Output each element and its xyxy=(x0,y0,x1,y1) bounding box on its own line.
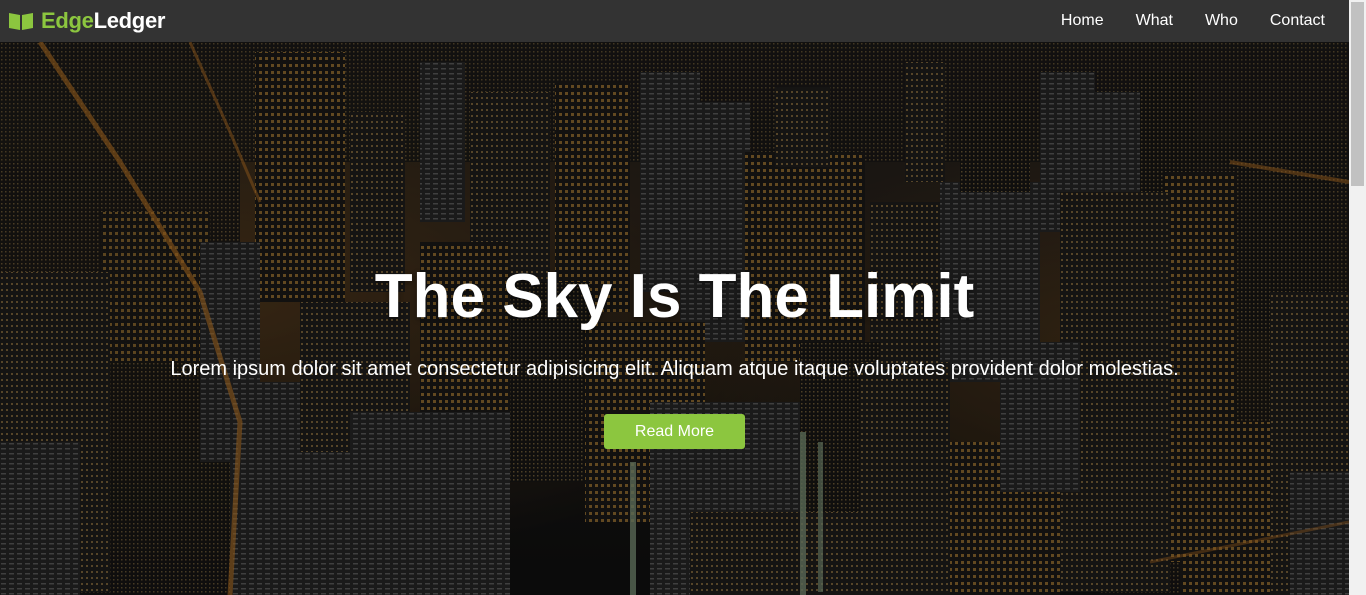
hero-section: The Sky Is The Limit Lorem ipsum dolor s… xyxy=(0,42,1349,595)
nav-link-contact[interactable]: Contact xyxy=(1254,0,1341,42)
brand-name: EdgeLedger xyxy=(41,8,165,34)
scrollbar-thumb[interactable] xyxy=(1351,2,1364,186)
brand-name-part1: Edge xyxy=(41,8,94,33)
nav-links: Home What Who Contact xyxy=(1045,0,1341,42)
brand-logo[interactable]: EdgeLedger xyxy=(8,0,165,42)
nav-link-what[interactable]: What xyxy=(1120,0,1189,42)
vertical-scrollbar[interactable] xyxy=(1349,0,1366,595)
brand-name-part2: Ledger xyxy=(93,8,166,33)
hero-description: Lorem ipsum dolor sit amet consectetur a… xyxy=(170,358,1179,380)
nav-link-who[interactable]: Who xyxy=(1189,0,1254,42)
book-icon xyxy=(9,13,33,30)
read-more-button[interactable]: Read More xyxy=(604,414,745,449)
hero-title: The Sky Is The Limit xyxy=(374,262,975,331)
top-navbar: EdgeLedger Home What Who Contact xyxy=(0,0,1349,42)
nav-link-home[interactable]: Home xyxy=(1045,0,1120,42)
